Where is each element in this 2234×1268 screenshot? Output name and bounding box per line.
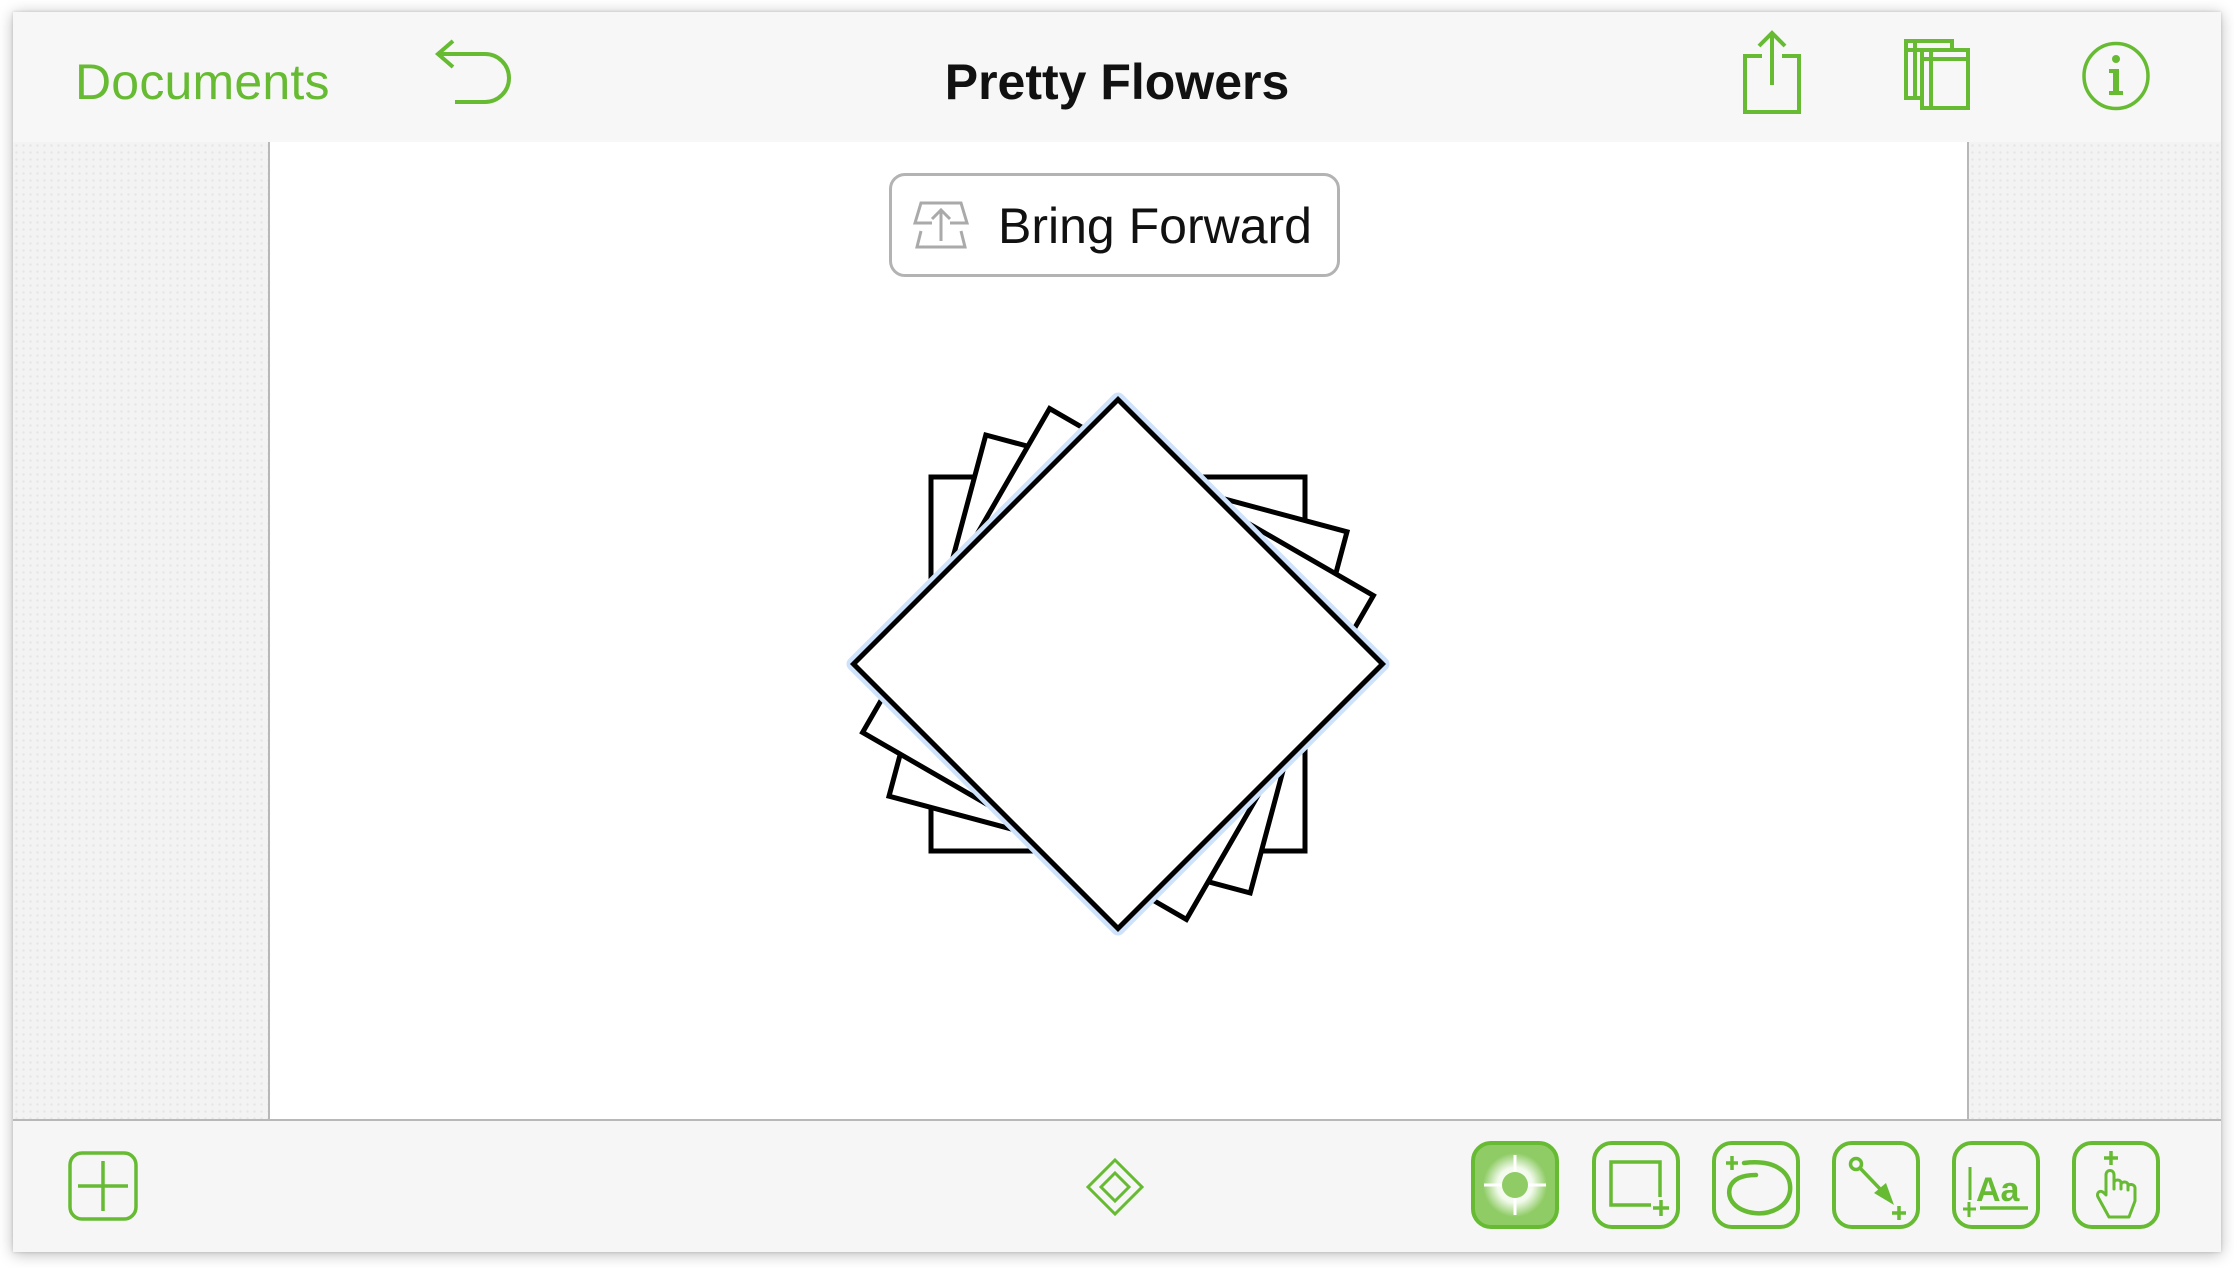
layers-button[interactable] bbox=[1085, 1157, 1145, 1217]
share-button[interactable] bbox=[1741, 30, 1803, 116]
shapes-layer bbox=[846, 392, 1390, 936]
text-tool-button[interactable]: Aa bbox=[1952, 1141, 2040, 1229]
diamond-icon bbox=[1085, 1157, 1145, 1217]
selection-crosshair-icon bbox=[1483, 1153, 1547, 1217]
document-title: Pretty Flowers bbox=[944, 54, 1290, 110]
pointing-hand-icon bbox=[2096, 1151, 2137, 1219]
freehand-loop-icon bbox=[1726, 1156, 1793, 1216]
line-arrow-icon bbox=[1848, 1156, 1906, 1220]
documents-button[interactable]: Documents bbox=[75, 52, 330, 112]
share-icon bbox=[1743, 30, 1801, 114]
left-gutter bbox=[13, 142, 270, 1131]
freehand-tool-button[interactable] bbox=[1712, 1141, 1800, 1229]
documents-view-button[interactable] bbox=[1903, 38, 1973, 112]
undo-button[interactable] bbox=[431, 38, 515, 108]
touch-tool-button[interactable] bbox=[2072, 1141, 2160, 1229]
add-canvas-button[interactable] bbox=[68, 1151, 138, 1221]
rectangle-plus-icon bbox=[1609, 1160, 1669, 1216]
right-gutter bbox=[1967, 142, 2221, 1131]
selection-tool-button[interactable] bbox=[1471, 1141, 1559, 1229]
text-tool-label: Aa bbox=[1976, 1171, 2021, 1209]
navigation-bar: Documents Pretty Flowers bbox=[13, 12, 2221, 144]
add-canvas-icon bbox=[68, 1151, 138, 1221]
line-tool-button[interactable] bbox=[1832, 1141, 1920, 1229]
text-aa-icon: Aa bbox=[1963, 1167, 2028, 1217]
undo-icon bbox=[434, 39, 511, 104]
app-window: Documents Pretty Flowers Bring Forward A… bbox=[13, 12, 2221, 1252]
inspector-button[interactable] bbox=[2081, 41, 2151, 111]
documents-view-icon bbox=[1904, 39, 1970, 110]
drawing-canvas[interactable]: Bring Forward bbox=[270, 142, 1967, 1119]
bottom-toolbar: Aa bbox=[13, 1119, 2221, 1252]
shape-tool-button[interactable] bbox=[1592, 1141, 1680, 1229]
info-icon bbox=[2082, 41, 2150, 111]
